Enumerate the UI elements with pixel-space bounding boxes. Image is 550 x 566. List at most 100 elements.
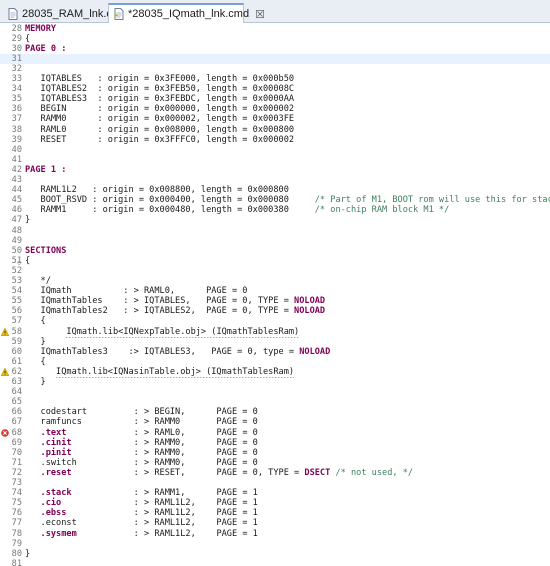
code-keyword: DSECT xyxy=(304,467,331,478)
code-line[interactable]: 33 IQTABLES : origin = 0x3FE000, length … xyxy=(0,74,550,84)
code-line[interactable]: 51 ⊖{ xyxy=(0,256,550,267)
code-keyword: .pinit xyxy=(40,447,72,458)
code-line[interactable]: 29{ xyxy=(0,34,550,44)
line-number: 64 xyxy=(11,387,22,398)
code-line[interactable]: 62 IQmath.lib<IQNasinTable.obj> (IQmathT… xyxy=(0,367,550,377)
code-line[interactable]: 30 PAGE 0 : xyxy=(0,44,550,54)
code-keyword: MEMORY xyxy=(25,23,57,34)
code-line[interactable]: 66 codestart : > BEGIN, PAGE = 0 xyxy=(0,407,550,417)
code-keyword: PAGE 1 : xyxy=(25,164,67,175)
code-line[interactable]: 45 BOOT_RSVD : origin = 0x000400, length… xyxy=(0,195,550,205)
code-line[interactable]: 54 IQmath : > RAML0, PAGE = 0 xyxy=(0,286,550,296)
code-line[interactable]: 57 { xyxy=(0,316,550,326)
code-keyword: PAGE 0 : xyxy=(25,43,67,54)
code-line[interactable]: 70 .pinit : > RAMM0, PAGE = 0 xyxy=(0,448,550,458)
code-line[interactable]: 31 xyxy=(0,53,550,64)
code-line[interactable]: 74 .stack : > RAMM1, PAGE = 1 xyxy=(0,488,550,498)
code-token: { xyxy=(25,356,46,367)
code-token: ramfuncs : > RAMM0 PAGE = 0 xyxy=(25,417,258,428)
code-text: .reset : > RESET, PAGE = 0, TYPE = DSECT… xyxy=(25,467,414,478)
code-line[interactable]: 52 xyxy=(0,266,550,276)
code-line[interactable]: 61 { xyxy=(0,357,550,367)
code-line[interactable]: 77 .econst : > RAML1L2, PAGE = 1 xyxy=(0,518,550,528)
code-text: .pinit : > RAMM0, PAGE = 0 xyxy=(25,448,258,458)
code-text: IQTABLES : origin = 0x3FE000, length = 0… xyxy=(25,74,295,84)
code-keyword: NOLOAD xyxy=(294,296,326,307)
code-line[interactable]: 32 xyxy=(0,64,550,74)
code-line[interactable]: 53 */ xyxy=(0,276,550,286)
code-token: IQTABLES : origin = 0x3FE000, length = 0… xyxy=(25,74,295,84)
code-line[interactable]: 37 RAMM0 : origin = 0x000002, length = 0… xyxy=(0,114,550,124)
code-text: IQTABLES2 : origin = 0x3FEB50, length = … xyxy=(25,84,295,94)
tab-28035-iqmath-lnk[interactable]: *28035_IQmath_lnk.cmd ☒ xyxy=(108,3,265,23)
code-text: { xyxy=(25,34,30,44)
code-line[interactable]: 73 xyxy=(0,478,550,488)
code-line[interactable]: 34 IQTABLES2 : origin = 0x3FEB50, length… xyxy=(0,84,550,94)
code-line[interactable]: 28 MEMORY xyxy=(0,24,550,34)
code-text: PAGE 1 : xyxy=(25,165,66,175)
line-number: 56 xyxy=(11,306,22,317)
code-line[interactable]: 80} xyxy=(0,549,550,559)
code-token: IQmathTables : > IQTABLES, PAGE = 0, TYP… xyxy=(25,296,295,307)
code-line[interactable]: 69 .cinit : > RAMM0, PAGE = 0 xyxy=(0,438,550,448)
code-text: RAML0 : origin = 0x008000, length = 0x00… xyxy=(25,125,295,135)
code-line[interactable]: 67 ramfuncs : > RAMM0 PAGE = 0 xyxy=(0,417,550,427)
code-line[interactable]: 44 RAML1L2 : origin = 0x008800, length =… xyxy=(0,185,550,195)
line-number: 29 xyxy=(11,33,22,44)
code-token: .econst : > RAML1L2, PAGE = 1 xyxy=(25,518,258,529)
code-line[interactable]: 35 IQTABLES3 : origin = 0x3FEBDC, length… xyxy=(0,94,550,104)
code-line[interactable]: 38 RAML0 : origin = 0x008000, length = 0… xyxy=(0,125,550,135)
code-line[interactable]: 65 xyxy=(0,397,550,407)
code-text: .cinit : > RAMM0, PAGE = 0 xyxy=(25,438,258,448)
code-line[interactable]: 39 RESET : origin = 0x3FFFC0, length = 0… xyxy=(0,135,550,145)
code-text: BEGIN : origin = 0x000000, length = 0x00… xyxy=(25,104,295,114)
code-text: ramfuncs : > RAMM0 PAGE = 0 xyxy=(25,417,258,427)
code-line[interactable]: 41 xyxy=(0,155,550,165)
code-line[interactable]: 55 IQmathTables : > IQTABLES, PAGE = 0, … xyxy=(0,296,550,306)
line-number: 32 xyxy=(11,63,22,74)
code-line[interactable]: 47} xyxy=(0,215,550,225)
code-line[interactable]: 56 IQmathTables2 : > IQTABLES2, PAGE = 0… xyxy=(0,306,550,316)
code-line[interactable]: 48 xyxy=(0,226,550,236)
code-line[interactable]: 59 } xyxy=(0,337,550,347)
line-number: 35 xyxy=(11,94,22,105)
code-line[interactable]: 40 xyxy=(0,145,550,155)
code-line[interactable]: 75 .cio : > RAML1L2, PAGE = 1 xyxy=(0,498,550,508)
code-text: RAMM1 : origin = 0x000480, length = 0x00… xyxy=(25,205,450,215)
code-line[interactable]: 81 xyxy=(0,559,550,566)
code-token: IQmathTables2 : > IQTABLES2, PAGE = 0, T… xyxy=(25,306,295,317)
code-line[interactable]: 58 IQmath.lib<IQNexpTable.obj> (IQmathTa… xyxy=(0,327,550,337)
code-line[interactable]: 76 .ebss : > RAML1L2, PAGE = 1 xyxy=(0,508,550,518)
code-token: } xyxy=(25,336,46,347)
line-number: 42 xyxy=(11,164,22,175)
code-line[interactable]: 72 .reset : > RESET, PAGE = 0, TYPE = DS… xyxy=(0,468,550,478)
code-line[interactable]: 50 SECTIONS xyxy=(0,246,550,256)
code-line[interactable]: 36 BEGIN : origin = 0x000000, length = 0… xyxy=(0,104,550,114)
tab-28035-ram-lnk[interactable]: 28035_RAM_lnk.cmd xyxy=(2,3,127,23)
code-keyword: .cio xyxy=(40,498,62,509)
line-number: 59 xyxy=(11,336,22,347)
code-editor[interactable]: 28 MEMORY 29{30 PAGE 0 :31 32 33 IQTABLES : o… xyxy=(0,23,550,566)
line-number: 75 xyxy=(11,498,22,509)
code-text: MEMORY xyxy=(25,24,56,34)
code-keyword: NOLOAD xyxy=(294,306,326,317)
code-line[interactable]: 78 .sysmem : > RAML1L2, PAGE = 1 xyxy=(0,529,550,539)
code-line[interactable]: 71 .switch : > RAMM0, PAGE = 0 xyxy=(0,458,550,468)
line-number: 33 xyxy=(11,74,22,84)
code-token: { xyxy=(25,33,31,44)
code-line[interactable]: 79 xyxy=(0,539,550,549)
code-line[interactable]: 63 } xyxy=(0,377,550,387)
code-line[interactable]: 46 RAMM1 : origin = 0x000480, length = 0… xyxy=(0,205,550,215)
code-text: .stack : > RAMM1, PAGE = 1 xyxy=(25,488,258,498)
code-line[interactable]: 68 .text : > RAML0, PAGE = 0 xyxy=(0,428,550,438)
close-tab-icon[interactable]: ☒ xyxy=(249,8,265,21)
code-line[interactable]: 42 PAGE 1 : xyxy=(0,165,550,175)
code-line[interactable]: 43 xyxy=(0,175,550,185)
line-number: 71 xyxy=(11,457,22,468)
code-line[interactable]: 64 xyxy=(0,387,550,397)
code-line[interactable]: 60 IQmathTables3 :> IQTABLES3, PAGE = 0,… xyxy=(0,347,550,357)
code-line[interactable]: 49 xyxy=(0,236,550,246)
line-number: 58 xyxy=(11,326,22,337)
